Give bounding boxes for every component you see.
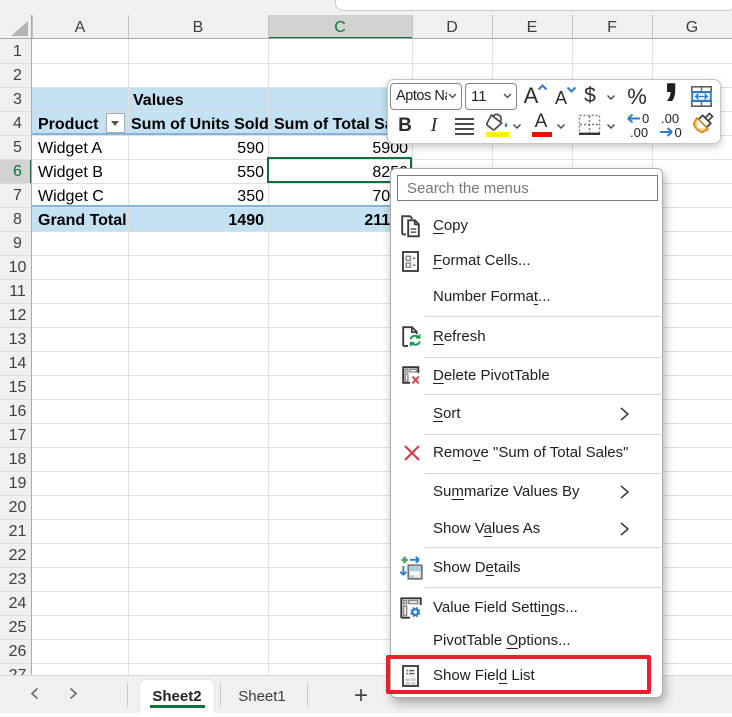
svg-text:.00: .00 — [630, 125, 648, 138]
svg-text:0: 0 — [675, 125, 682, 138]
